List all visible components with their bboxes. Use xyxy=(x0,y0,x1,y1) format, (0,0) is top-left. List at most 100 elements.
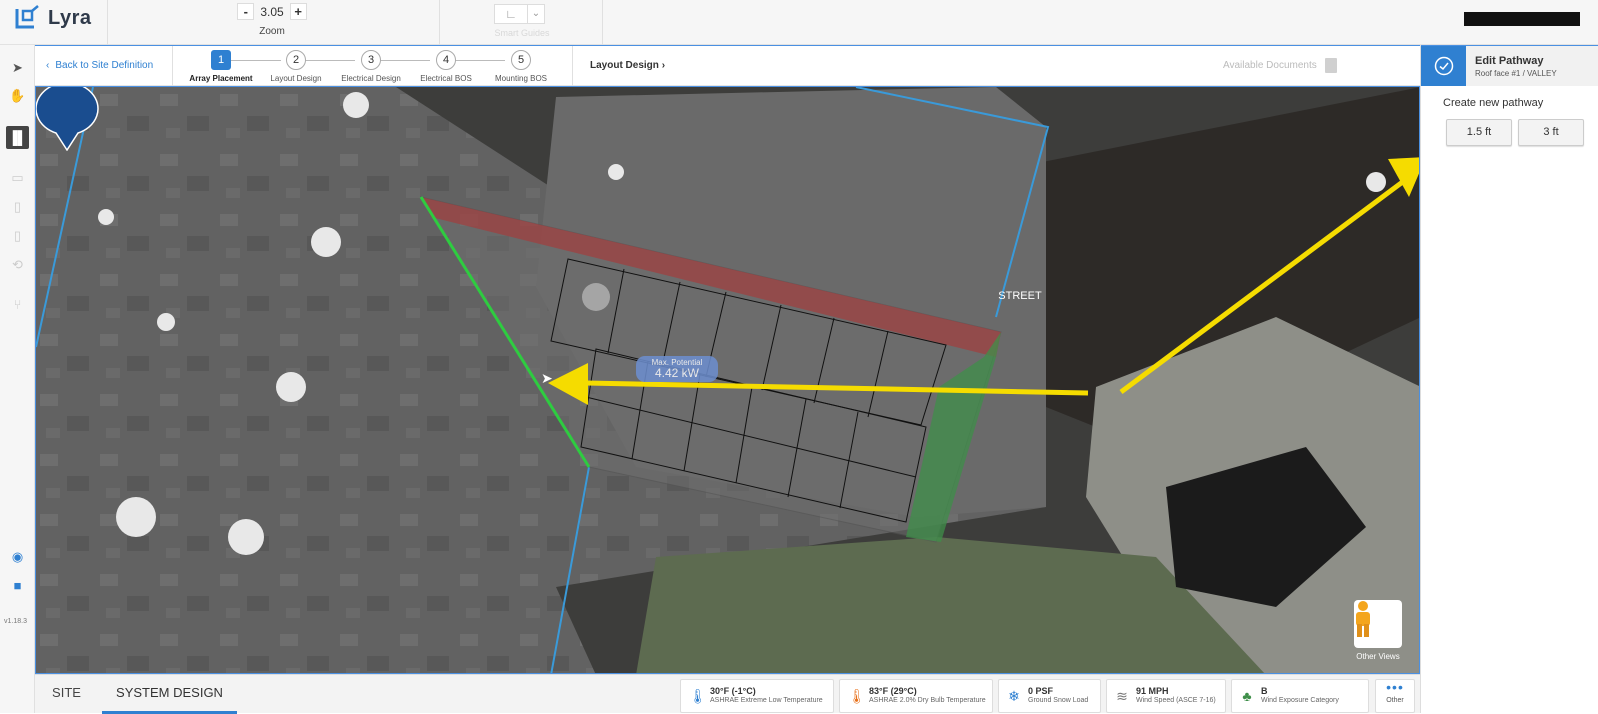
weather-value: 83°F (29°C) xyxy=(869,686,917,696)
add-column-icon[interactable]: ▯ xyxy=(6,195,29,218)
lyra-logo-icon xyxy=(15,5,39,29)
pathway-options: 1.5 ft 3 ft xyxy=(1446,119,1598,146)
thermometer-hot-icon: 🌡 xyxy=(848,687,866,704)
zoom-control: - 3.05 + Zoom xyxy=(232,3,312,37)
other-views-label: Other Views xyxy=(1356,652,1400,661)
weather-card-dry-bulb[interactable]: 🌡 83°F (29°C) ASHRAE 2.0% Dry Bulb Tempe… xyxy=(839,679,993,713)
panel-title: Edit Pathway xyxy=(1475,54,1544,67)
step-number: 2 xyxy=(286,50,306,70)
weather-value: 30°F (-1°C) xyxy=(710,686,756,696)
step-number: 3 xyxy=(361,50,381,70)
weather-card-snow-load[interactable]: ❄ 0 PSF Ground Snow Load xyxy=(998,679,1101,713)
available-documents-button[interactable]: Available Documents xyxy=(1223,58,1337,73)
left-toolbar: ➤ ✋ ▐▌ ▭ ▯ ▯ ⟲ ⑂ ◉ ■ v1.18.3 xyxy=(0,45,35,713)
pegman-icon xyxy=(1356,601,1370,637)
divider xyxy=(172,46,173,86)
notes-icon[interactable]: ■ xyxy=(6,574,29,597)
top-bar: Lyra - 3.05 + Zoom ∟ ⌄ Smart Guides xyxy=(0,0,1598,45)
step-bar: ‹ Back to Site Definition 1 Array Placem… xyxy=(35,45,1420,86)
max-potential-badge: Max. Potential 4.42 kW xyxy=(636,356,718,382)
branch-icon[interactable]: ⑂ xyxy=(6,293,29,316)
weather-label: ASHRAE 2.0% Dry Bulb Temperature xyxy=(869,697,986,704)
chevron-right-icon: › xyxy=(661,60,666,71)
step-label: Array Placement xyxy=(189,74,253,83)
lyra-logo: Lyra xyxy=(14,5,92,31)
step-label: Electrical BOS xyxy=(420,74,472,83)
more-label: Other xyxy=(1386,697,1404,704)
map-canvas[interactable]: STREET Max. Potential 4.42 kW ➤ Other Vi… xyxy=(35,86,1420,674)
weather-card-wind-speed[interactable]: ≋ 91 MPH Wind Speed (ASCE 7-16) xyxy=(1106,679,1226,713)
street-marker-icon[interactable] xyxy=(36,87,99,151)
divider xyxy=(439,0,440,45)
zoom-in-button[interactable]: + xyxy=(289,3,307,20)
weather-value: 91 MPH xyxy=(1136,686,1169,696)
thermometer-cold-icon: 🌡 xyxy=(689,687,707,704)
step-electrical-design[interactable]: 3 Electrical Design xyxy=(336,50,406,83)
chevron-down-icon: ⌄ xyxy=(531,8,541,19)
pathway-3ft-button[interactable]: 3 ft xyxy=(1518,119,1584,146)
weather-card-exposure[interactable]: ♣ B Wind Exposure Category xyxy=(1231,679,1369,713)
weather-label: Ground Snow Load xyxy=(1028,697,1089,704)
divider xyxy=(572,46,573,86)
step-label: Mounting BOS xyxy=(494,74,548,83)
version-label: v1.18.3 xyxy=(4,618,27,625)
max-potential-value: 4.42 kW xyxy=(654,366,699,380)
check-circle-icon xyxy=(1434,56,1453,76)
zoom-out-button[interactable]: - xyxy=(237,3,255,20)
back-to-site-definition-link[interactable]: ‹ Back to Site Definition xyxy=(46,60,153,71)
smart-guides-dropdown[interactable]: ∟ ⌄ xyxy=(494,4,545,24)
rotate-icon[interactable]: ⟲ xyxy=(6,253,29,276)
smart-guides-label: Smart Guides xyxy=(494,28,550,38)
more-weather-button[interactable]: ••• Other xyxy=(1375,679,1415,713)
weather-value: 0 PSF xyxy=(1028,686,1054,696)
step-label: Layout Design xyxy=(270,74,322,83)
confirm-button[interactable] xyxy=(1421,46,1466,86)
pathway-1-5ft-button[interactable]: 1.5 ft xyxy=(1446,119,1512,146)
more-dots-icon: ••• xyxy=(1386,679,1404,695)
tab-site[interactable]: SITE xyxy=(35,675,98,714)
snowflake-icon: ❄ xyxy=(1008,687,1020,704)
zoom-value: 3.05 xyxy=(260,4,284,19)
document-icon xyxy=(1324,58,1337,73)
step-label: Electrical Design xyxy=(341,74,401,83)
trees-icon: ♣ xyxy=(1242,688,1252,704)
weather-card-low-temp[interactable]: 🌡 30°F (-1°C) ASHRAE Extreme Low Tempera… xyxy=(680,679,834,713)
remove-panel-icon[interactable]: ▯ xyxy=(6,224,29,247)
weather-label: Wind Speed (ASCE 7-16) xyxy=(1136,697,1216,704)
weather-label: ASHRAE Extreme Low Temperature xyxy=(710,697,823,704)
zoom-label: Zoom xyxy=(259,26,285,37)
bottom-bar: SITE SYSTEM DESIGN 🌡 30°F (-1°C) ASHRAE … xyxy=(35,674,1420,714)
satellite-imagery xyxy=(36,87,1419,673)
step-layout-design[interactable]: 2 Layout Design xyxy=(261,50,331,83)
panel-header: Edit Pathway Roof face #1 / VALLEY xyxy=(1421,45,1598,86)
weather-value: B xyxy=(1261,686,1268,696)
next-step-link[interactable]: Layout Design › xyxy=(590,60,665,71)
divider xyxy=(107,0,108,45)
globe-icon[interactable]: ◉ xyxy=(6,545,29,568)
weather-label: Wind Exposure Category xyxy=(1261,697,1339,704)
next-step-label: Layout Design xyxy=(590,60,659,71)
smart-guides-icon: ∟ xyxy=(495,5,528,23)
tab-system-design[interactable]: SYSTEM DESIGN xyxy=(102,675,237,714)
step-number: 4 xyxy=(436,50,456,70)
street-label: STREET xyxy=(998,290,1042,302)
app-name: Lyra xyxy=(48,6,92,29)
smart-guides-control: ∟ ⌄ Smart Guides xyxy=(494,4,550,38)
panel-subtitle: Roof face #1 / VALLEY xyxy=(1475,68,1557,78)
other-views-button[interactable]: Other Views xyxy=(1352,600,1404,661)
user-menu[interactable] xyxy=(1464,12,1580,26)
select-tool-icon[interactable]: ➤ xyxy=(6,56,29,79)
available-documents-label: Available Documents xyxy=(1223,60,1317,71)
add-row-icon[interactable]: ▭ xyxy=(6,166,29,189)
panels-tool-icon[interactable]: ▐▌ xyxy=(6,126,29,149)
edit-pathway-panel: Edit Pathway Roof face #1 / VALLEY Creat… xyxy=(1420,45,1598,713)
hand-tool-icon[interactable]: ✋ xyxy=(6,84,29,107)
back-label: Back to Site Definition xyxy=(55,60,154,71)
mouse-cursor-icon: ➤ xyxy=(541,370,553,386)
step-mounting-bos[interactable]: 5 Mounting BOS xyxy=(486,50,556,83)
step-number: 5 xyxy=(511,50,531,70)
wind-icon: ≋ xyxy=(1116,687,1128,704)
step-array-placement[interactable]: 1 Array Placement xyxy=(186,50,256,83)
step-electrical-bos[interactable]: 4 Electrical BOS xyxy=(411,50,481,83)
create-pathway-label: Create new pathway xyxy=(1443,97,1544,109)
